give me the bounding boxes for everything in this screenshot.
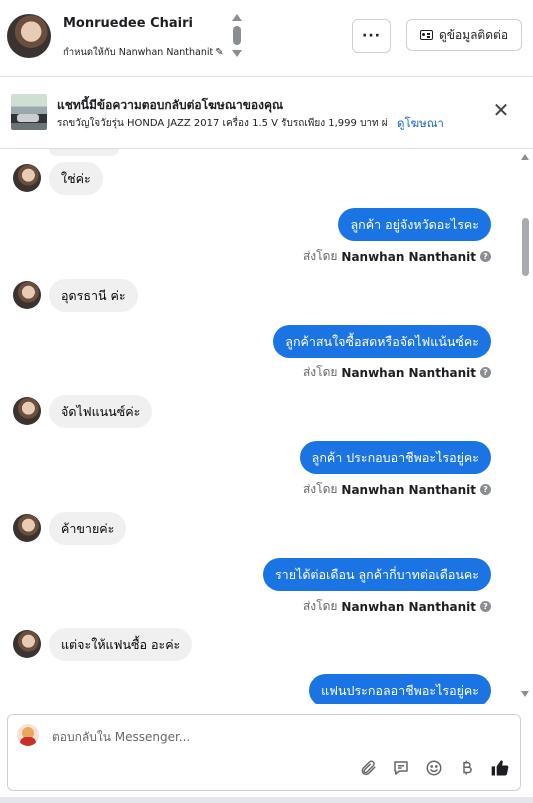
thread-scrollbar[interactable] bbox=[518, 149, 532, 704]
bottom-strip bbox=[0, 797, 533, 803]
ad-banner-subtitle: รถขวัญใจวัยรุ่น HONDA JAZZ 2017 เครื่อง … bbox=[57, 118, 387, 129]
view-contact-label: ดูข้อมูลติดต่อ bbox=[438, 27, 509, 42]
scroll-down-icon[interactable] bbox=[521, 691, 529, 697]
incoming-message: ใช่ค่ะ bbox=[49, 162, 103, 195]
incoming-message: แต่จะให้แฟนซื้อ อะค่ะ bbox=[49, 628, 193, 661]
paperclip-icon[interactable] bbox=[358, 758, 378, 778]
sent-by-label: ส่งโดย Nanwhan Nanthanit ? bbox=[303, 247, 491, 266]
contact-avatar[interactable] bbox=[7, 14, 51, 58]
reply-composer bbox=[7, 714, 521, 791]
conversation-header: Monruedee Chairi กำหนดให้กับ Nanwhan Nan… bbox=[0, 0, 533, 77]
pencil-icon[interactable]: ✎ bbox=[215, 47, 223, 58]
incoming-message: อุดรธานี ค่ะ bbox=[49, 279, 138, 312]
sender-avatar bbox=[13, 514, 41, 542]
sender-avatar bbox=[13, 281, 41, 309]
outgoing-message: แฟนประกอลอาชีพอะไรอยู่คะ bbox=[309, 674, 491, 704]
thumbs-up-icon[interactable] bbox=[490, 758, 510, 778]
incoming-message: ค้าขายค่ะ bbox=[49, 512, 127, 545]
sent-by-prefix: ส่งโดย bbox=[302, 365, 338, 379]
scroll-up-icon[interactable] bbox=[521, 154, 529, 160]
more-icon: ··· bbox=[362, 28, 381, 44]
baht-icon[interactable] bbox=[457, 758, 477, 778]
scroll-thumb[interactable] bbox=[233, 26, 241, 45]
outgoing-message: ลูกค้า ประกอบอาชีพอะไรอยู่คะ bbox=[299, 441, 491, 474]
sent-by-prefix: ส่งโดย bbox=[302, 599, 338, 613]
view-contact-button[interactable]: ดูข้อมูลติดต่อ bbox=[406, 19, 522, 51]
sent-by-label: ส่งโดย Nanwhan Nanthanit ? bbox=[303, 480, 491, 499]
page-avatar bbox=[17, 724, 39, 746]
view-ad-link[interactable]: ดูโฆษณา bbox=[397, 115, 444, 133]
ad-thumbnail bbox=[11, 94, 47, 130]
help-icon[interactable]: ? bbox=[480, 367, 491, 378]
sent-by-label: ส่งโดย Nanwhan Nanthanit ? bbox=[303, 597, 491, 616]
assigned-to-text: กำหนดให้กับ Nanwhan Nanthanit bbox=[63, 47, 214, 58]
ad-reply-banner: แชทนี้มีข้อความตอบกลับต่อโฆษณาของคุณ รถข… bbox=[0, 77, 533, 149]
help-icon[interactable]: ? bbox=[480, 484, 491, 495]
outgoing-message: รายได้ต่อเดือน ลูกค้ากี่บาทต่อเดือนคะ bbox=[262, 558, 491, 591]
assigned-to-label[interactable]: กำหนดให้กับ Nanwhan Nanthanit ✎ bbox=[63, 45, 224, 60]
agent-name: Nanwhan Nanthanit bbox=[341, 599, 476, 614]
agent-name: Nanwhan Nanthanit bbox=[341, 365, 476, 380]
header-scroll-control[interactable] bbox=[231, 14, 243, 60]
sender-avatar bbox=[13, 630, 41, 658]
help-icon[interactable]: ? bbox=[480, 601, 491, 612]
more-options-button[interactable]: ··· bbox=[352, 19, 391, 53]
close-banner-icon[interactable]: ✕ bbox=[490, 99, 512, 121]
contact-name[interactable]: Monruedee Chairi bbox=[63, 16, 193, 31]
scroll-thumb[interactable] bbox=[522, 218, 529, 276]
sent-by-prefix: ส่งโดย bbox=[302, 482, 338, 496]
agent-name: Nanwhan Nanthanit bbox=[341, 249, 476, 264]
message-bubble-partial bbox=[49, 149, 119, 156]
help-icon[interactable]: ? bbox=[480, 251, 491, 262]
reply-input[interactable] bbox=[52, 730, 352, 744]
sender-avatar bbox=[13, 397, 41, 425]
sender-avatar bbox=[13, 164, 41, 192]
incoming-message: จัดไฟแนนซ์ค่ะ bbox=[49, 395, 153, 428]
sent-by-prefix: ส่งโดย bbox=[302, 249, 338, 263]
ad-banner-title: แชทนี้มีข้อความตอบกลับต่อโฆษณาของคุณ bbox=[57, 98, 284, 112]
outgoing-message: ลูกค้าสนใจซื้อสดหรือจัดไฟแน้นซ์คะ bbox=[273, 325, 491, 358]
composer-toolbar bbox=[358, 758, 510, 778]
outgoing-message: ลูกค้า อยู่จังหวัดอะไรคะ bbox=[338, 208, 491, 241]
chat-bubble-icon[interactable] bbox=[391, 758, 411, 778]
message-thread[interactable]: ใช่ค่ะ ลูกค้า อยู่จังหวัดอะไรคะ ส่งโดย N… bbox=[0, 149, 533, 704]
scroll-down-icon[interactable] bbox=[232, 50, 242, 57]
sent-by-label: ส่งโดย Nanwhan Nanthanit ? bbox=[303, 363, 491, 382]
contact-card-icon bbox=[419, 30, 433, 40]
smiley-icon[interactable] bbox=[424, 758, 444, 778]
scroll-up-icon[interactable] bbox=[232, 14, 242, 21]
agent-name: Nanwhan Nanthanit bbox=[341, 482, 476, 497]
